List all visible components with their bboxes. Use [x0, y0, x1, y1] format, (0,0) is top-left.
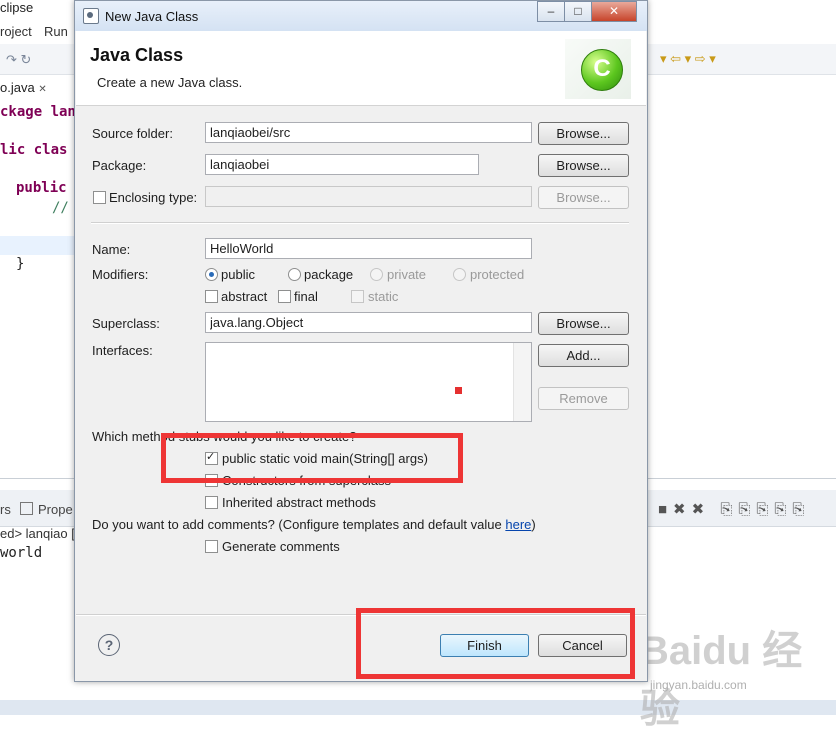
modifiers-label: Modifiers:: [92, 267, 149, 282]
modifier-public-label: public: [221, 267, 255, 282]
source-folder-input[interactable]: [205, 122, 532, 143]
superclass-label: Superclass:: [92, 316, 160, 331]
dialog-titlebar[interactable]: New Java Class – □ ✕: [75, 1, 647, 31]
header-description: Create a new Java class.: [97, 75, 243, 90]
interfaces-add-button[interactable]: Add...: [538, 344, 629, 367]
modifier-protected-radio[interactable]: [453, 268, 466, 281]
watermark-brand: Baidu 经验: [640, 629, 803, 731]
generate-comments-label: Generate comments: [222, 539, 340, 554]
modifier-final-label: final: [294, 289, 318, 304]
modifier-static-checkbox[interactable]: [351, 290, 364, 303]
interfaces-scrollbar[interactable]: [513, 343, 531, 421]
interfaces-remove-button[interactable]: Remove: [538, 387, 629, 410]
bottom-tab-properties[interactable]: Prope: [38, 502, 73, 517]
package-browse-button[interactable]: Browse...: [538, 154, 629, 177]
minimize-button[interactable]: –: [537, 1, 565, 22]
comments-question-close: ): [531, 517, 536, 532]
annotation-box-main-method: [161, 433, 463, 483]
window-title: clipse: [0, 0, 34, 15]
code-line-package: ckage lan: [0, 104, 76, 120]
interfaces-list[interactable]: [205, 342, 532, 422]
modifier-abstract-label: abstract: [221, 289, 268, 304]
modifier-abstract-checkbox[interactable]: [205, 290, 218, 303]
editor-right-area: [648, 100, 836, 480]
watermark-url: jingyan.baidu.com: [650, 678, 747, 692]
menu-project[interactable]: roject: [0, 24, 32, 39]
modifier-private-label: private: [387, 267, 427, 282]
console-toolbar-icons[interactable]: ■✖✖ ⎘⎘⎘⎘⎘: [658, 500, 810, 518]
console-output: world: [0, 545, 43, 561]
new-java-class-dialog: New Java Class – □ ✕ Java Class Create a…: [74, 0, 648, 682]
package-input[interactable]: [205, 154, 479, 175]
console-path: ed> lanqiao [: [0, 526, 75, 541]
comments-question: Do you want to add comments? (Configure …: [92, 517, 536, 532]
interfaces-label: Interfaces:: [92, 343, 153, 358]
modifier-package-label: package: [304, 267, 354, 282]
stub-inherited-label: Inherited abstract methods: [222, 495, 376, 510]
modifier-protected-label: protected: [470, 267, 525, 282]
menu-run[interactable]: Run: [44, 24, 68, 39]
editor-tab-label: o.java: [0, 80, 35, 95]
dialog-title: New Java Class: [105, 9, 199, 24]
source-folder-label: Source folder:: [92, 126, 173, 141]
generate-comments-checkbox[interactable]: [205, 540, 218, 553]
modifier-final-checkbox[interactable]: [278, 290, 291, 303]
superclass-browse-button[interactable]: Browse...: [538, 312, 629, 335]
name-label: Name:: [92, 242, 131, 257]
superclass-input[interactable]: [205, 312, 532, 333]
separator: [91, 222, 629, 224]
properties-icon: [20, 502, 33, 515]
annotation-dot: [455, 387, 462, 394]
name-input[interactable]: [205, 238, 532, 259]
comments-question-text: Do you want to add comments? (Configure …: [92, 517, 506, 532]
annotation-box-finish-cancel: [356, 608, 635, 679]
package-label: Package:: [92, 158, 147, 173]
configure-templates-link[interactable]: here: [505, 517, 531, 532]
code-line-method: public: [16, 180, 67, 196]
editor-tab[interactable]: o.java ✕: [0, 80, 70, 100]
code-line-comment: //: [52, 200, 69, 216]
enclosing-type-label: Enclosing type:: [109, 190, 198, 205]
redo-icon[interactable]: ↷ ↻: [6, 52, 31, 68]
code-line-class: lic clas: [0, 142, 68, 158]
java-class-wizard-icon: C: [565, 39, 631, 99]
source-folder-browse-button[interactable]: Browse...: [538, 122, 629, 145]
class-c-icon: C: [581, 49, 623, 91]
dialog-header: Java Class Create a new Java class. C: [76, 31, 646, 106]
code-line-brace: }: [16, 256, 25, 272]
nav-arrows-icon[interactable]: ▾ ⇦ ▾ ⇨ ▾: [660, 51, 716, 67]
enclosing-type-input[interactable]: [205, 186, 532, 207]
stub-inherited-checkbox[interactable]: [205, 496, 218, 509]
close-icon[interactable]: ✕: [38, 84, 46, 95]
header-title: Java Class: [90, 45, 184, 65]
close-window-button[interactable]: ✕: [591, 1, 637, 22]
modifier-public-radio[interactable]: [205, 268, 218, 281]
modifier-private-radio[interactable]: [370, 268, 383, 281]
enclosing-type-browse-button[interactable]: Browse...: [538, 186, 629, 209]
bottom-tab-problems[interactable]: rs: [0, 502, 11, 517]
modifier-package-radio[interactable]: [288, 268, 301, 281]
maximize-button[interactable]: □: [564, 1, 592, 22]
eclipse-app-icon: [83, 8, 99, 24]
modifier-static-label: static: [368, 289, 399, 304]
enclosing-type-checkbox[interactable]: [93, 191, 106, 204]
help-icon[interactable]: ?: [98, 634, 120, 656]
